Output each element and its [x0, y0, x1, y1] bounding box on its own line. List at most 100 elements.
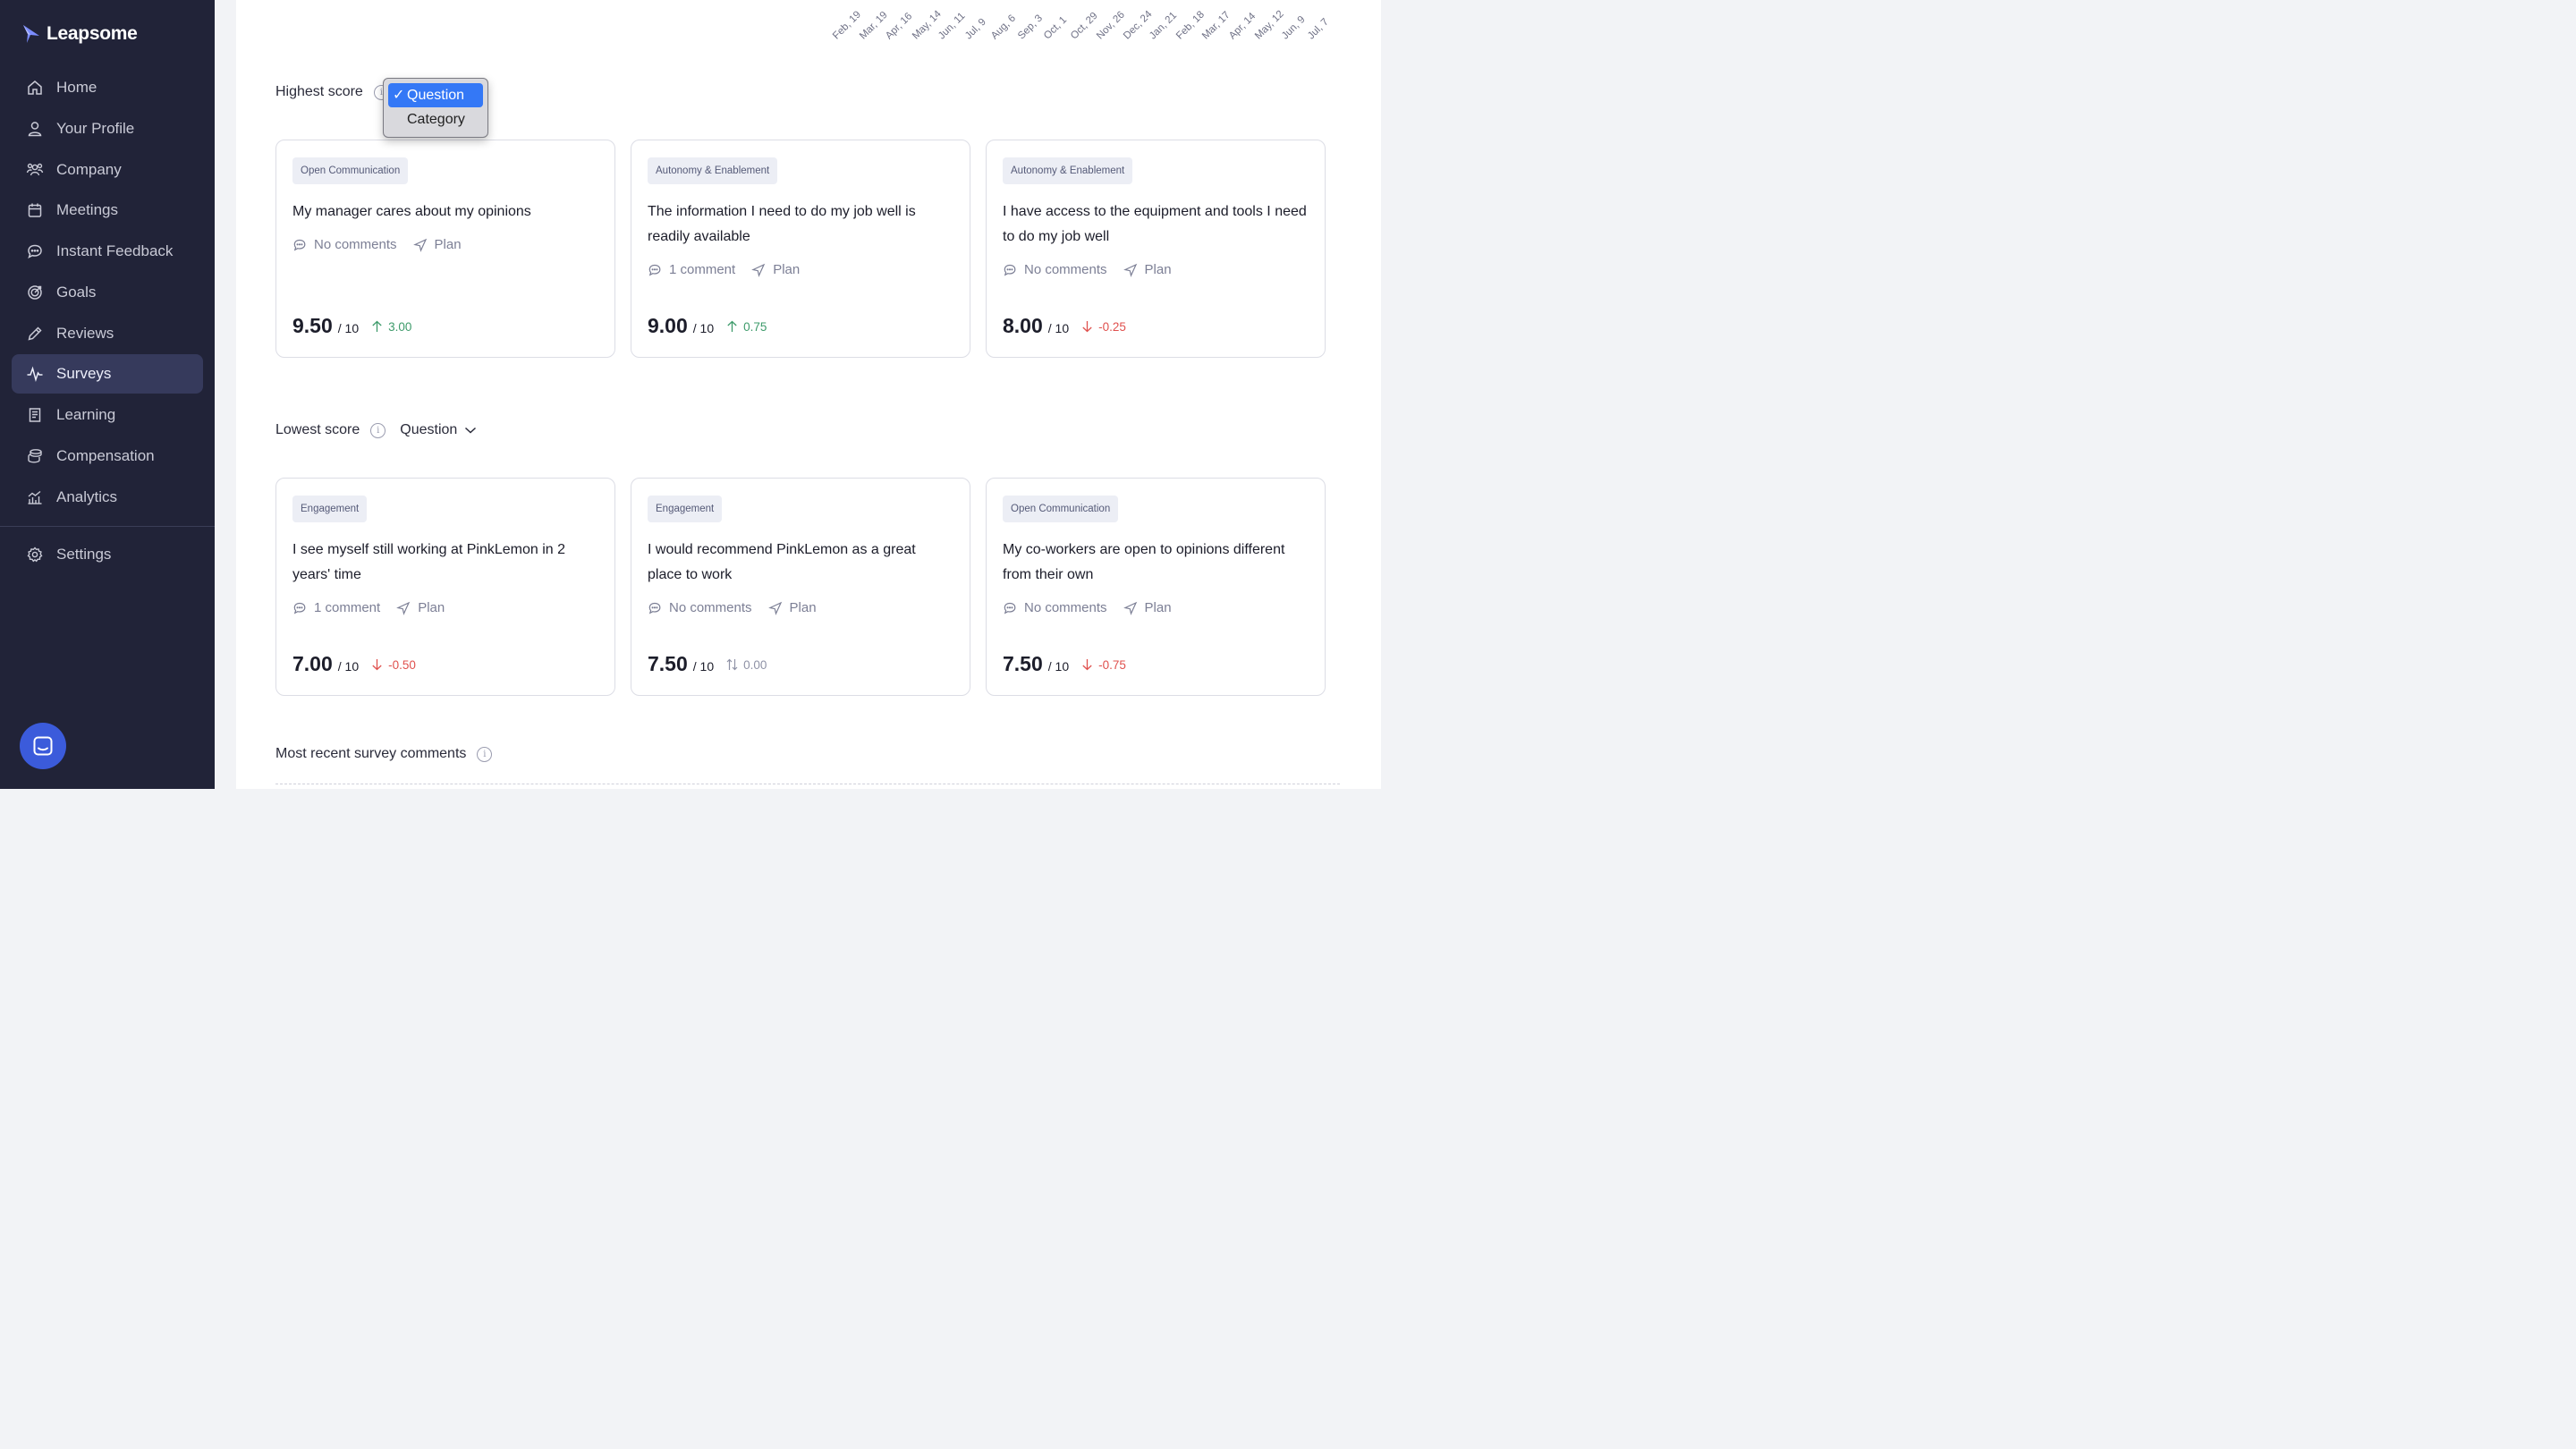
timeline-date-label: May, 14: [910, 8, 944, 42]
card-actions: No comments Plan: [648, 600, 826, 615]
plan-link[interactable]: Plan: [1123, 600, 1172, 615]
comments-count: No comments: [314, 237, 397, 252]
category-tag: Engagement: [648, 496, 723, 522]
people-icon: [26, 163, 44, 176]
sidebar-item-label: Surveys: [56, 365, 112, 382]
score-max: / 10: [692, 659, 715, 674]
sidebar-item-company[interactable]: Company: [12, 150, 203, 190]
section-title: Lowest score: [275, 422, 360, 437]
question-text: The information I need to do my job well…: [648, 204, 916, 244]
send-icon: [412, 238, 427, 252]
comments-link[interactable]: 1 comment: [292, 600, 380, 615]
comments-count: 1 comment: [669, 262, 736, 277]
sidebar-item-home[interactable]: Home: [12, 68, 203, 107]
sidebar-item-your-profile[interactable]: Your Profile: [12, 109, 203, 148]
score-line: 9.00 / 10 0.75: [648, 314, 767, 338]
score-delta: -0.25: [1081, 320, 1126, 334]
sidebar-divider: [0, 526, 215, 527]
timeline-date-label: Oct, 29: [1068, 10, 1100, 42]
comments-link[interactable]: No comments: [1003, 262, 1107, 277]
comments-link[interactable]: No comments: [1003, 600, 1107, 615]
comments-count: No comments: [1024, 600, 1107, 615]
plan-link[interactable]: Plan: [751, 262, 800, 277]
section-title: Highest score: [275, 84, 363, 99]
card-actions: 1 comment Plan: [292, 600, 453, 615]
highest-score-card[interactable]: Autonomy & Enablement I have access to t…: [986, 140, 1326, 358]
sidebar-item-reviews[interactable]: Reviews: [12, 314, 203, 353]
plan-link[interactable]: Plan: [767, 600, 817, 615]
sidebar-item-learning[interactable]: Learning: [12, 395, 203, 435]
book-icon: [29, 408, 41, 422]
recent-comments-list: [275, 784, 1340, 801]
score-delta: 0.00: [726, 658, 767, 672]
card-actions: No comments Plan: [1003, 262, 1181, 277]
plan-link[interactable]: Plan: [1123, 262, 1172, 277]
calendar-icon: [28, 203, 42, 217]
comment-icon: [1004, 602, 1016, 614]
score-value: 9.00: [648, 314, 688, 337]
lowest-score-card[interactable]: Engagement I would recommend PinkLemon a…: [631, 478, 970, 696]
lowest-score-card[interactable]: Engagement I see myself still working at…: [275, 478, 615, 696]
arrows-up-down-icon: [726, 658, 738, 671]
sidebar-item-label: Compensation: [56, 447, 155, 464]
card-actions: 1 comment Plan: [648, 262, 809, 277]
sidebar-item-meetings[interactable]: Meetings: [12, 191, 203, 230]
info-icon[interactable]: i: [477, 746, 493, 762]
plan-link[interactable]: Plan: [412, 237, 462, 252]
plan-link[interactable]: Plan: [396, 600, 445, 615]
comments-link[interactable]: No comments: [648, 600, 752, 615]
highest-score-card[interactable]: Autonomy & Enablement The information I …: [631, 140, 970, 358]
lowest-score-type-select[interactable]: Question: [400, 422, 477, 438]
score-delta: -0.50: [371, 658, 416, 672]
sidebar-item-label: Reviews: [56, 325, 114, 342]
sidebar-item-analytics[interactable]: Analytics: [12, 478, 203, 517]
plan-label: Plan: [418, 600, 445, 615]
arrow-down-icon: [1082, 659, 1092, 671]
bar-chart-icon: [28, 490, 42, 504]
send-icon: [1123, 601, 1137, 615]
sidebar-item-label: Instant Feedback: [56, 242, 174, 259]
coins-icon: [28, 449, 42, 463]
dropdown-option-category[interactable]: Category: [388, 107, 483, 131]
sidebar-item-instant-feedback[interactable]: Instant Feedback: [12, 232, 203, 271]
sidebar-item-settings[interactable]: Settings: [12, 535, 203, 574]
highest-score-card[interactable]: Open Communication My manager cares abou…: [275, 140, 615, 358]
plan-label: Plan: [773, 262, 801, 277]
support-chat-button[interactable]: [20, 723, 66, 769]
dropdown-option-question[interactable]: ✓ Question: [388, 83, 483, 107]
timeline-date-label: May, 12: [1253, 8, 1286, 42]
comments-link[interactable]: No comments: [292, 237, 397, 252]
highest-score-type-dropdown[interactable]: ✓ Question Category: [383, 78, 488, 138]
sidebar-item-label: Analytics: [56, 488, 118, 505]
option-label: Question: [407, 88, 465, 103]
sidebar-item-goals[interactable]: Goals: [12, 273, 203, 312]
timeline-date-label: Aug, 6: [989, 13, 1018, 42]
lowest-score-card[interactable]: Open Communication My co-workers are ope…: [986, 478, 1326, 696]
comment-icon: [293, 602, 306, 614]
timeline-date-label: Apr, 14: [1226, 11, 1258, 42]
sidebar-item-compensation[interactable]: Compensation: [12, 436, 203, 476]
chat-bubble-icon: [33, 736, 53, 756]
leapsome-bird-icon: [23, 25, 39, 43]
recent-comments-header: Most recent survey comments i: [275, 746, 493, 762]
delta-value: 0.75: [743, 319, 767, 334]
question-text: I see myself still working at PinkLemon …: [292, 542, 566, 582]
pencil-icon: [28, 326, 42, 341]
send-icon: [751, 263, 766, 277]
category-tag: Autonomy & Enablement: [1003, 157, 1133, 184]
timeline-date-label: Oct, 1: [1042, 14, 1070, 42]
comment-icon: [648, 602, 661, 614]
card-actions: No comments Plan: [292, 237, 470, 252]
timeline-date-label: Feb, 18: [1174, 9, 1207, 42]
user-icon: [28, 122, 42, 137]
info-icon[interactable]: i: [370, 422, 386, 438]
target-icon: [28, 285, 42, 300]
question-text: My manager cares about my opinions: [292, 204, 531, 219]
sidebar-item-surveys[interactable]: Surveys: [12, 354, 203, 394]
app-logo[interactable]: Leapsome: [21, 23, 138, 45]
comments-link[interactable]: 1 comment: [648, 262, 735, 277]
score-line: 7.50 / 10 -0.75: [1003, 652, 1126, 676]
plan-label: Plan: [434, 237, 462, 252]
timeline-date-label: Dec, 24: [1121, 8, 1155, 42]
send-icon: [767, 601, 782, 615]
